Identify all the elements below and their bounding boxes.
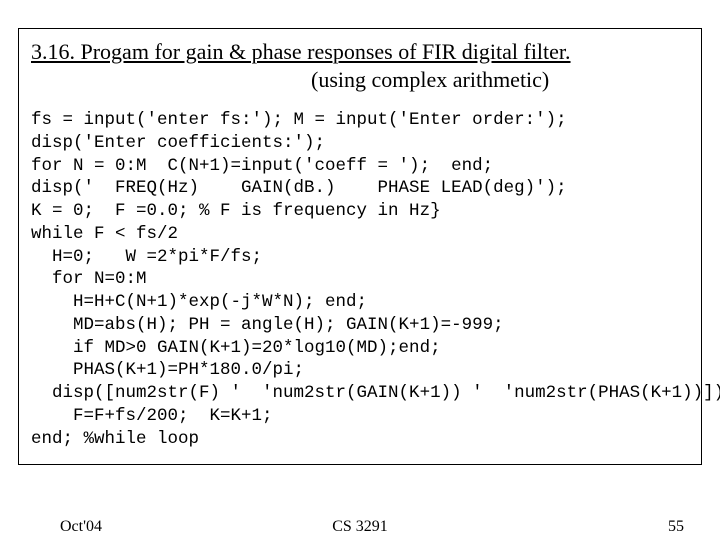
slide-content-box: 3.16. Progam for gain & phase responses … — [18, 28, 702, 465]
footer-course: CS 3291 — [0, 518, 720, 536]
slide-subtitle: (using complex arithmetic) — [31, 67, 689, 93]
slide-title: 3.16. Progam for gain & phase responses … — [31, 39, 689, 65]
footer-page: 55 — [668, 518, 684, 536]
code-listing: fs = input('enter fs:'); M = input('Ente… — [31, 109, 689, 450]
